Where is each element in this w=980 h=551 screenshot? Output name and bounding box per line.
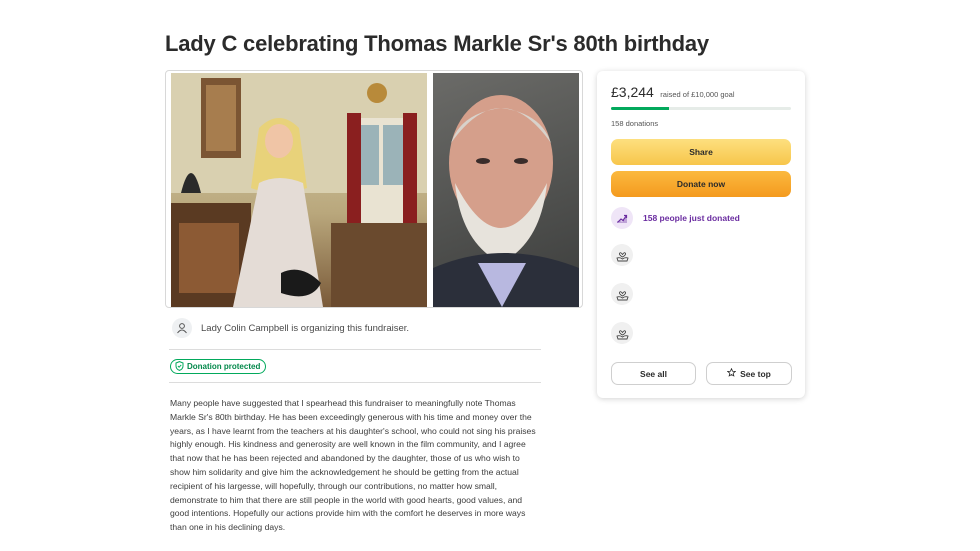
organizer-text: Lady Colin Campbell is organizing this f… [201,323,410,334]
share-button[interactable]: Share [611,139,791,165]
shield-check-icon [175,360,184,373]
progress-fill [611,107,670,110]
thomas-markle-photo [433,73,579,307]
raised-summary: £3,244 raised of £10,000 goal [611,84,735,102]
star-icon [726,367,737,379]
lady-c-photo [171,73,427,307]
donation-card: £3,244 raised of £10,000 goal 158 donati… [597,71,805,398]
divider [169,382,541,383]
badge-label: Donation protected [187,362,261,371]
organizer-row: Lady Colin Campbell is organizing this f… [169,316,541,350]
see-top-label: See top [740,368,771,379]
donation-count: 158 donations [611,119,659,128]
recent-donations-text: 158 people just donated [643,213,740,223]
see-all-button[interactable]: See all [611,362,696,385]
user-icon [172,318,192,338]
heart-hands-icon [611,244,633,266]
campaign-image[interactable] [165,70,583,308]
page-title: Lady C celebrating Thomas Markle Sr's 80… [165,31,709,56]
see-top-button[interactable]: See top [706,362,792,385]
heart-hands-icon [611,283,633,305]
progress-bar [611,107,791,110]
trending-up-icon [611,207,633,229]
goal-text: raised of £10,000 goal [660,90,735,99]
see-all-label: See all [640,368,667,379]
heart-hands-icon [611,322,633,344]
donation-protected-badge[interactable]: Donation protected [170,359,267,374]
recent-donations[interactable]: 158 people just donated [611,207,740,229]
donate-button[interactable]: Donate now [611,171,791,197]
raised-amount: £3,244 [611,84,654,100]
story-text: Many people have suggested that I spearh… [170,398,536,533]
